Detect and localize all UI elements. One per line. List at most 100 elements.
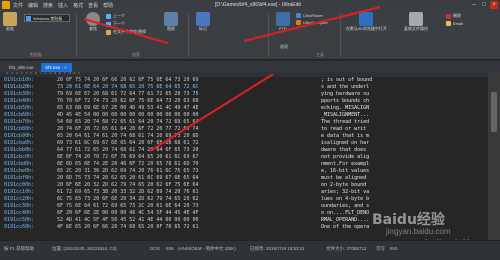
title-bar: 文件 编辑 搜索 插入 格式 查看 帮助 [D:\Games\bf4_x86\b… [0, 0, 500, 10]
row-ascii[interactable]: to read or writ [315, 126, 366, 133]
row-hex-bytes[interactable]: 4F 6E 65 20 6F 66 20 74 68 65 20 6F 70 6… [57, 224, 315, 231]
copy-path-label: 复制文件路径 [404, 26, 428, 31]
open-in-browser-button[interactable]: 在默认/IE浏览器中打开 [346, 12, 387, 32]
file-actions: 删除 Email [446, 13, 463, 28]
row-ascii[interactable]: ; is out of bound [315, 77, 372, 84]
menu-edit[interactable]: 编辑 [28, 2, 38, 9]
menu-format[interactable]: 格式 [73, 2, 83, 9]
file-tabs: bf4_x86.exe bf4.exe × [0, 61, 500, 72]
row-ascii[interactable]: on 2-byte bound [315, 182, 366, 189]
email-button[interactable]: Email [446, 21, 463, 26]
row-ascii[interactable]: pports bounds ch [315, 98, 369, 105]
row-ascii[interactable]: not provide alig [315, 154, 369, 161]
copy-path-button[interactable]: 复制文件路径 [404, 12, 428, 32]
row-ascii[interactable]: s and the underl [315, 84, 369, 91]
paste-button[interactable]: 粘贴 [3, 12, 17, 32]
replace-button[interactable]: 替换 [164, 12, 178, 32]
row-ascii[interactable]: oundaries, and s [315, 203, 369, 210]
row-ascii[interactable]: must be aligned [315, 175, 366, 182]
row-address: 0191cb10h: [4, 77, 35, 83]
minimize-button[interactable]: – [470, 1, 478, 9]
row-hex-bytes[interactable]: 6C 75 65 73 20 6F 6E 20 34 2D 62 79 74 6… [57, 196, 315, 203]
ribbon-toolbar: 粘贴 Windows 剪贴板 剪贴板 查找 上一个 下一个 在文件中查找/替换 … [0, 10, 500, 60]
menu-search[interactable]: 搜索 [43, 2, 53, 9]
row-hex-bytes[interactable]: 6E 6F 74 20 70 72 6F 76 69 64 65 20 61 6… [57, 154, 315, 161]
delete-button[interactable]: 删除 [446, 13, 463, 19]
hex-row[interactable]: 0191cb10h: 20 6F 75 74 20 6F 66 20 62 6F … [0, 77, 488, 84]
row-hex-bytes[interactable]: 65 2C 20 31 36 2D 62 69 74 20 76 61 6C 7… [57, 168, 315, 175]
row-address: 0191cc20h: [4, 196, 35, 202]
row-ascii[interactable]: lues on 4-byte b [315, 196, 369, 203]
hex-row[interactable]: 0191cb60h: 4D 45 4E 54 00 00 00 00 00 00 … [0, 112, 488, 119]
menu-insert[interactable]: 插入 [58, 2, 68, 9]
hex-row[interactable]: 0191cbb0h: 64 77 61 72 65 20 74 68 61 74 … [0, 147, 488, 154]
hex-row[interactable]: 0191cba0h: 69 73 61 6C 69 67 6E 65 64 20 … [0, 140, 488, 147]
status-mode: 可写 [376, 246, 385, 251]
clipboard-combo[interactable]: Windows 剪贴板 [24, 14, 70, 22]
row-ascii[interactable]: isaligned on har [315, 140, 369, 147]
row-hex-bytes[interactable]: 65 20 64 61 74 61 20 74 68 61 74 20 69 7… [57, 133, 315, 140]
hex-row[interactable]: 0191cbf0h: 20 6D 75 73 74 20 62 65 20 61 … [0, 175, 488, 182]
tab-bf4-x86[interactable]: bf4_x86.exe [4, 63, 39, 72]
status-line-ending: DOS [150, 246, 160, 251]
row-hex-bytes[interactable]: 64 77 61 72 65 20 74 68 61 74 20 64 6F 6… [57, 147, 315, 154]
hex-row[interactable]: 0191cb50h: 65 63 6B 69 6E 67 2E 00 4D 49 … [0, 105, 488, 112]
row-hex-bytes[interactable]: 69 73 61 6C 69 67 6E 65 64 20 6F 6E 20 6… [57, 140, 315, 147]
row-hex-bytes[interactable]: 54 68 65 20 74 68 72 65 61 64 20 74 72 6… [57, 119, 315, 126]
row-hex-bytes[interactable]: 4D 45 4E 54 00 00 00 00 00 00 00 00 00 0… [57, 112, 315, 119]
hex-row[interactable]: 0191cc10h: 61 72 69 65 73 3B 20 33 32 2D … [0, 189, 488, 196]
row-ascii[interactable]: ying hardware su [315, 91, 369, 98]
row-ascii[interactable]: e data that is m [315, 133, 369, 140]
close-tab-icon[interactable]: × [64, 65, 67, 70]
clipboard-selector[interactable]: Windows 剪贴板 [24, 14, 70, 22]
row-address: 0191cba0h: [4, 140, 35, 146]
hex-row[interactable]: 0191cb90h: 65 20 64 61 74 61 20 74 68 61 … [0, 133, 488, 140]
hex-row[interactable]: 0191cbd0h: 6E 6D 65 6E 74 2E 20 46 6F 72 … [0, 161, 488, 168]
prev-button[interactable]: 上一个 [106, 13, 146, 19]
row-hex-bytes[interactable]: 6F 75 6E 64 61 72 69 65 73 2C 20 61 6E 6… [57, 203, 315, 210]
row-ascii[interactable]: The thread tried [315, 119, 369, 126]
hex-row[interactable]: 0191cb40h: 70 70 6F 72 74 73 20 62 6F 75 … [0, 98, 488, 105]
browser-icon [359, 12, 374, 26]
row-hex-bytes[interactable]: 52 4D 41 4C 5F 4F 50 45 52 41 4E 44 00 0… [57, 217, 315, 224]
search-group-label: 搜索 [132, 52, 140, 57]
hex-row[interactable]: 0191cc20h: 6C 75 65 73 20 6F 6E 20 34 2D … [0, 196, 488, 203]
row-hex-bytes[interactable]: 6F 20 6F 6E 2E 00 00 00 46 4C 54 5F 44 4… [57, 210, 315, 217]
hex-row[interactable]: 0191cb80h: 20 74 6F 20 72 65 61 64 20 6F … [0, 126, 488, 133]
menu-file[interactable]: 文件 [13, 2, 23, 9]
ftp-icon [276, 12, 290, 26]
row-ascii[interactable]: ecking._MISALIGN [315, 105, 369, 112]
hex-row[interactable]: 0191cc00h: 20 6F 6E 20 32 2D 62 79 74 65 … [0, 182, 488, 189]
row-hex-bytes[interactable]: 20 6D 75 73 74 20 62 65 20 61 6C 69 67 6… [57, 175, 315, 182]
menu-view[interactable]: 查看 [88, 2, 98, 9]
row-hex-bytes[interactable]: 79 69 6E 67 20 68 61 72 64 77 61 72 65 2… [57, 91, 315, 98]
ultraedit-app-icon[interactable] [2, 1, 10, 9]
hex-row[interactable]: 0191cb70h: 54 68 65 20 74 68 72 65 61 64 … [0, 119, 488, 126]
row-hex-bytes[interactable]: 20 6F 75 74 20 6F 66 20 62 6F 75 6E 64 7… [57, 77, 315, 84]
status-filesize: 文件大小: 37085712 [326, 246, 367, 251]
close-button[interactable]: × [490, 1, 498, 9]
row-hex-bytes[interactable]: 61 72 69 65 73 3B 20 33 32 2D 62 69 74 2… [57, 189, 315, 196]
row-hex-bytes[interactable]: 70 70 6F 72 74 73 20 62 6F 75 6E 64 73 2… [57, 98, 315, 105]
row-ascii[interactable]: o on....FLT_DENO [315, 210, 369, 217]
menu-help[interactable]: 帮助 [103, 2, 113, 9]
bookmark-button[interactable]: 标记 [196, 12, 210, 32]
row-ascii[interactable]: aries; 32-bit va [315, 189, 369, 196]
row-ascii[interactable]: nment.For exampl [315, 161, 369, 168]
maximize-button[interactable]: □ [480, 1, 488, 9]
hex-row[interactable]: 0191cbc0h: 6E 6F 74 20 70 72 6F 76 69 64 … [0, 154, 488, 161]
row-ascii[interactable]: _MISALIGNMENT... [315, 112, 369, 119]
vertical-scrollbar[interactable] [488, 72, 500, 240]
row-ascii[interactable]: One of the opera [315, 224, 369, 231]
row-hex-bytes[interactable]: 65 63 6B 69 6E 67 2E 00 4D 49 53 41 4C 4… [57, 105, 315, 112]
row-hex-bytes[interactable]: 6E 6D 65 6E 74 2E 20 46 6F 72 20 65 78 6… [57, 161, 315, 168]
row-hex-bytes[interactable]: 20 6F 6E 20 32 2D 62 79 74 65 20 62 6F 7… [57, 182, 315, 189]
row-ascii[interactable]: RMAL_OPERAND.... [315, 217, 369, 224]
row-hex-bytes[interactable]: 73 20 61 6E 64 20 74 68 65 20 75 6E 64 6… [57, 84, 315, 91]
scroll-thumb[interactable] [491, 92, 497, 132]
tab-bf4[interactable]: bf4.exe × [40, 63, 72, 72]
row-ascii[interactable]: dware that does [315, 147, 366, 154]
row-ascii[interactable]: e, 16-bit values [315, 168, 369, 175]
hex-row[interactable]: 0191cbe0h: 65 2C 20 31 36 2D 62 69 74 20 … [0, 168, 488, 175]
ultrafinder-button[interactable]: UltraFinder [296, 13, 328, 18]
